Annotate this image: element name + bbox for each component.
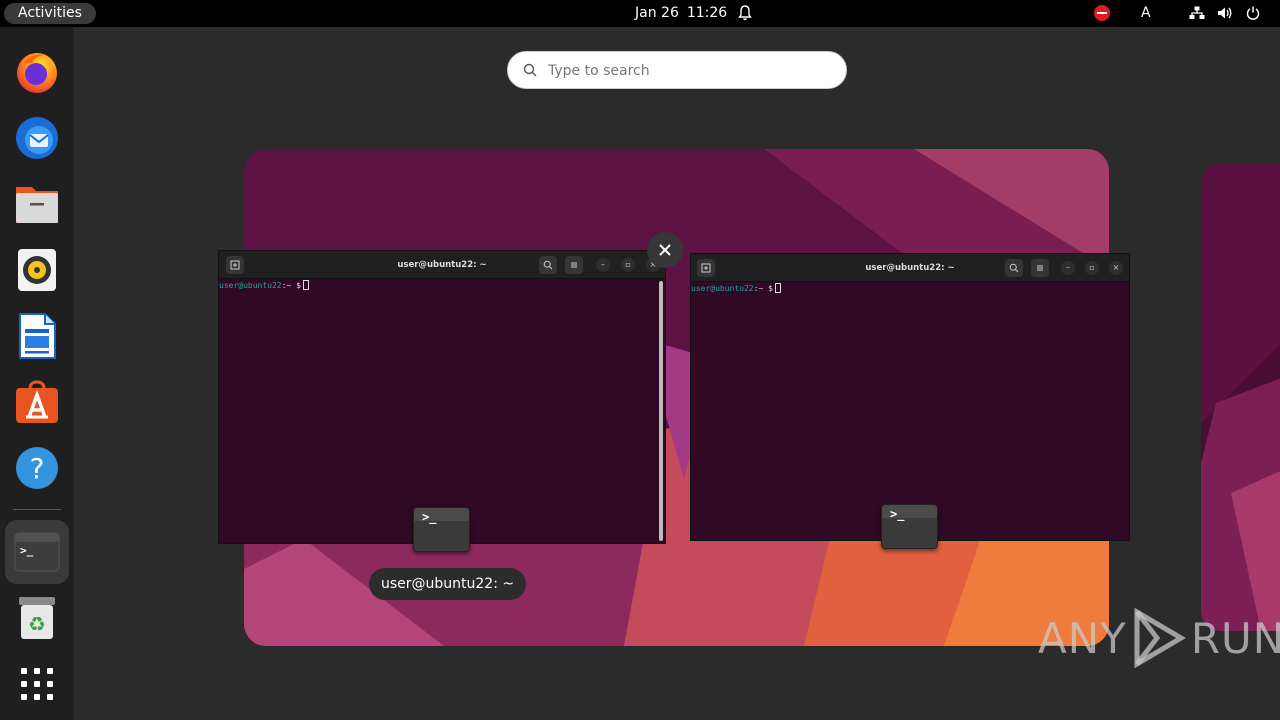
dock-item-terminal[interactable]: >_ bbox=[5, 520, 69, 584]
terminal-icon: >_ bbox=[14, 532, 60, 572]
terminal-headerbar[interactable]: user@ubuntu22: ~ – ▫ × bbox=[691, 254, 1129, 282]
play-logo-icon bbox=[1134, 608, 1186, 668]
software-icon bbox=[16, 380, 58, 423]
terminal-menu-button[interactable] bbox=[1031, 259, 1049, 277]
hamburger-menu-icon bbox=[571, 262, 577, 268]
close-icon bbox=[659, 244, 671, 256]
power-icon[interactable] bbox=[1244, 4, 1262, 22]
activities-button[interactable]: Activities bbox=[4, 3, 96, 24]
writer-icon bbox=[19, 313, 56, 359]
app-grid-icon bbox=[21, 668, 53, 700]
close-window-button[interactable]: × bbox=[1109, 261, 1123, 275]
maximize-button[interactable]: ▫ bbox=[621, 258, 635, 272]
volume-icon[interactable] bbox=[1216, 4, 1234, 22]
terminal-app-icon: >_ bbox=[413, 507, 470, 552]
minimize-button[interactable]: – bbox=[1061, 261, 1075, 275]
dock-separator bbox=[13, 509, 61, 510]
workspace-next[interactable] bbox=[1201, 163, 1280, 631]
terminal-window[interactable]: user@ubuntu22: ~ – ▫ × user@ubuntu22:~ $ bbox=[690, 253, 1130, 541]
maximize-button[interactable]: ▫ bbox=[1085, 261, 1099, 275]
svg-text:♻: ♻ bbox=[28, 612, 46, 636]
thunderbird-icon bbox=[16, 117, 58, 159]
files-icon bbox=[16, 187, 58, 223]
dock-item-thunderbird[interactable] bbox=[5, 106, 69, 170]
terminal-window[interactable]: user@ubuntu22: ~ – ▫ × user@ubuntu22:~ $ bbox=[218, 250, 666, 544]
network-icon[interactable] bbox=[1188, 4, 1206, 22]
search-icon bbox=[543, 260, 553, 270]
keyboard-layout-indicator[interactable]: A bbox=[1141, 0, 1151, 27]
dock-item-firefox[interactable] bbox=[5, 40, 69, 104]
dock-item-rhythmbox[interactable] bbox=[5, 238, 69, 302]
terminal-app-icon: >_ bbox=[881, 504, 938, 549]
dock-item-writer[interactable] bbox=[5, 304, 69, 368]
search-icon bbox=[1009, 263, 1019, 273]
terminal-prompt[interactable]: user@ubuntu22:~ $ bbox=[691, 283, 781, 293]
dock: ? >_ ♻ bbox=[0, 27, 74, 720]
clock[interactable]: Jan 26 11:26 bbox=[635, 0, 735, 27]
scrollbar[interactable] bbox=[659, 281, 663, 541]
window-caption: user@ubuntu22: ~ bbox=[369, 568, 527, 600]
firefox-icon bbox=[17, 53, 57, 93]
close-window-overlay-button[interactable] bbox=[647, 232, 683, 268]
trash-icon: ♻ bbox=[19, 597, 55, 639]
top-bar: Activities Jan 26 11:26 A bbox=[0, 0, 1280, 27]
hamburger-menu-icon bbox=[1037, 265, 1043, 271]
svg-text:>_: >_ bbox=[20, 544, 34, 557]
terminal-prompt[interactable]: user@ubuntu22:~ $ bbox=[219, 280, 309, 290]
overview-screen: Activities Jan 26 11:26 A ? >_ ♻ Type to… bbox=[0, 0, 1280, 720]
dock-item-show-applications[interactable] bbox=[5, 652, 69, 716]
text-cursor bbox=[774, 283, 781, 293]
clock-time: 11:26 bbox=[686, 5, 728, 21]
do-not-disturb-icon[interactable] bbox=[1093, 4, 1111, 22]
search-box[interactable] bbox=[507, 51, 847, 89]
terminal-search-button[interactable] bbox=[1005, 259, 1023, 277]
text-cursor bbox=[302, 280, 309, 290]
wallpaper bbox=[1201, 163, 1280, 631]
dock-item-software[interactable] bbox=[5, 370, 69, 434]
terminal-menu-button[interactable] bbox=[565, 256, 583, 274]
dock-item-trash[interactable]: ♻ bbox=[5, 586, 69, 650]
dock-item-files[interactable] bbox=[5, 172, 69, 236]
anyrun-watermark: ANY RUN bbox=[1038, 606, 1280, 670]
terminal-search-button[interactable] bbox=[539, 256, 557, 274]
search-icon bbox=[523, 63, 537, 77]
help-icon: ? bbox=[16, 447, 58, 489]
search-input[interactable] bbox=[548, 60, 828, 82]
svg-text:?: ? bbox=[30, 452, 45, 485]
terminal-headerbar[interactable]: user@ubuntu22: ~ – ▫ × bbox=[219, 251, 665, 279]
minimize-button[interactable]: – bbox=[596, 258, 610, 272]
clock-date: Jan 26 bbox=[635, 5, 679, 21]
notification-bell-icon[interactable] bbox=[736, 4, 754, 22]
dock-item-help[interactable]: ? bbox=[5, 436, 69, 500]
rhythmbox-icon bbox=[18, 249, 56, 291]
